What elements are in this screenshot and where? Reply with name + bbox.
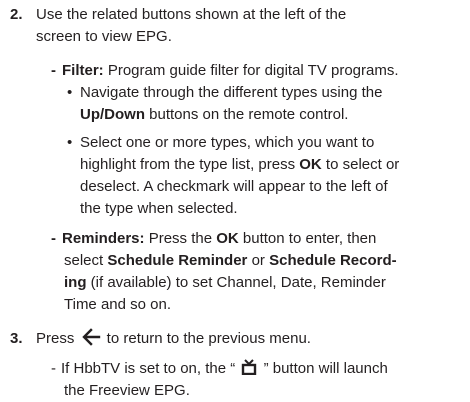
step-2-line-1: Use the related buttons shown at the lef…: [36, 6, 347, 23]
step-2-number: 2.: [10, 6, 23, 23]
filter-bullet-1-line-2-text: buttons on the remote control.: [145, 106, 349, 123]
filter-bullet-2-line-3: deselect. A checkmark will appear to the…: [80, 178, 388, 195]
filter-label: Filter:: [62, 62, 104, 79]
filter-bullet-2-line-1: Select one or more types, which you want…: [80, 134, 375, 151]
filter-bullet-2-line-2-pre: highlight from the type list, press: [80, 156, 300, 173]
reminders-dash: -: [51, 230, 56, 247]
step-3-post: to return to the previous menu.: [102, 330, 311, 347]
back-arrow-icon: [81, 328, 101, 353]
filter-bullet-1-line-1: Navigate through the different types usi…: [80, 84, 383, 101]
hbbtv-line-1-post: ” button will launch: [259, 360, 388, 377]
filter-dash: -: [51, 62, 56, 79]
reminders-line-2: select Schedule Reminder or Schedule Rec…: [64, 250, 397, 272]
hbbtv-line-2: the Freeview EPG.: [64, 382, 190, 399]
step-2-line-2: screen to view EPG.: [36, 28, 172, 45]
reminders-label: Reminders:: [62, 230, 145, 247]
filter-bullet-2-dot: •: [67, 134, 73, 151]
ok-label: OK: [299, 156, 322, 173]
filter-bullet-1-line-2: Up/Down buttons on the remote control.: [80, 104, 348, 126]
schedule-recording-label-cont: ing: [64, 274, 87, 291]
reminders-line-2-mid: or: [247, 252, 270, 269]
reminders-ok-label: OK: [216, 230, 239, 247]
up-down-label: Up/Down: [80, 106, 145, 123]
step-3-line: Press to return to the previous menu.: [36, 328, 311, 353]
filter-bullet-2-line-2-post: to select or: [321, 156, 400, 173]
schedule-recording-label: Schedule Record-: [269, 252, 397, 269]
filter-bullet-2-line-4: the type when selected.: [80, 200, 238, 217]
reminders-line-1: - Reminders: Press the OK button to enter…: [51, 228, 376, 250]
reminders-line-2-pre: select: [64, 252, 108, 269]
step-3-pre: Press: [36, 330, 79, 347]
hbbtv-line-1-pre: If HbbTV is set to on, the “: [61, 360, 240, 377]
tv-icon: [241, 359, 257, 382]
filter-bullet-1-dot: •: [67, 84, 73, 101]
reminders-line-1-pre: Press the: [144, 230, 217, 247]
reminders-line-3-rest: (if available) to set Channel, Date, Rem…: [86, 274, 386, 291]
step-3-number: 3.: [10, 330, 23, 347]
schedule-reminder-label: Schedule Reminder: [107, 252, 248, 269]
reminders-line-1-post: button to enter, then: [238, 230, 377, 247]
filter-description: Program guide filter for digital TV prog…: [103, 62, 399, 79]
reminders-line-3: ing (if available) to set Channel, Date,…: [64, 272, 386, 294]
filter-bullet-2-line-2: highlight from the type list, press OK t…: [80, 154, 399, 176]
hbbtv-line-1: - If HbbTV is set to on, the “ ” button w…: [51, 358, 388, 382]
filter-item: - Filter: Program guide filter for digita…: [51, 60, 399, 82]
reminders-line-4: Time and so on.: [64, 296, 171, 313]
hbbtv-dash: -: [51, 360, 56, 377]
